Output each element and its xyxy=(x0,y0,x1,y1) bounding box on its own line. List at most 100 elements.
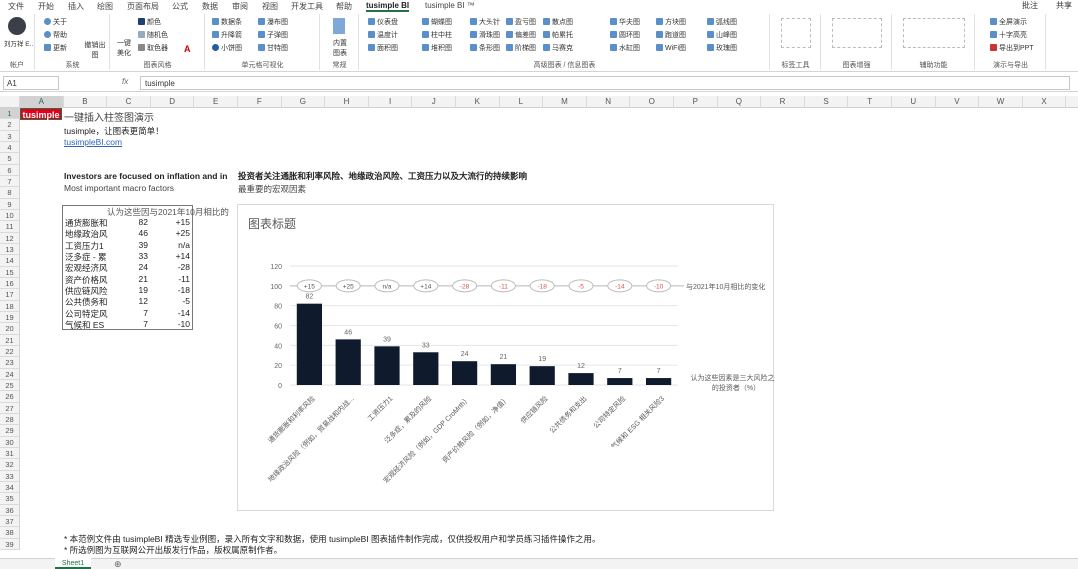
table-cell-value[interactable]: 46 xyxy=(139,228,148,238)
table-cell-factor[interactable]: 公共债务和 xyxy=(65,296,117,308)
table-cell-value[interactable]: 21 xyxy=(139,274,148,284)
table-cell-change[interactable]: +14 xyxy=(176,251,190,261)
table-cell-change[interactable]: -11 xyxy=(178,274,190,284)
table-cell-change[interactable]: +25 xyxy=(176,228,190,238)
row-header[interactable]: 34 xyxy=(0,481,20,494)
row-header[interactable]: 27 xyxy=(0,402,20,414)
chart-type-button[interactable]: 条形图 xyxy=(470,43,500,53)
table-cell-change[interactable]: -18 xyxy=(178,285,190,295)
chart-type-button[interactable]: 散点图 xyxy=(543,17,573,27)
row-header[interactable]: 28 xyxy=(0,413,20,426)
tab-5[interactable]: 公式 xyxy=(172,1,188,12)
chart-type-button[interactable]: 方块图 xyxy=(656,17,686,27)
column-header[interactable]: V xyxy=(936,96,980,108)
tab-0[interactable]: 文件 xyxy=(8,1,24,12)
row-header[interactable]: 39 xyxy=(0,538,20,550)
column-header[interactable]: J xyxy=(412,96,456,108)
waterfall-button[interactable]: 瀑布图 xyxy=(258,17,288,27)
row-header[interactable]: 4 xyxy=(0,141,20,154)
chart-type-button[interactable]: 蝴蝶图 xyxy=(422,17,452,27)
chart-type-button[interactable]: 滑珠图 xyxy=(470,30,500,40)
row-header[interactable]: 38 xyxy=(0,527,20,539)
column-header[interactable]: O xyxy=(630,96,674,108)
tab-10[interactable]: 帮助 xyxy=(336,1,352,12)
fullscreen-button[interactable]: 全屏演示 xyxy=(990,17,1027,27)
tab-8[interactable]: 视图 xyxy=(262,1,278,12)
databar-button[interactable]: 数据条 xyxy=(212,17,242,27)
sheet-tab[interactable]: Sheet1 xyxy=(55,558,91,569)
table-cell-factor[interactable]: 宏观经济风 xyxy=(65,262,117,274)
chart-type-button[interactable]: 圆环图 xyxy=(610,30,640,40)
table-cell-value[interactable]: 19 xyxy=(139,285,148,295)
random-color-button[interactable]: 随机色 xyxy=(138,30,168,40)
column-header[interactable]: C xyxy=(107,96,151,108)
column-header[interactable]: Q xyxy=(718,96,762,108)
tab-4[interactable]: 页面布局 xyxy=(127,1,159,12)
name-box[interactable]: A1 xyxy=(3,76,59,90)
tab-12[interactable]: tusimple BI ™ xyxy=(425,1,475,10)
row-header[interactable]: 7 xyxy=(0,175,20,188)
column-header[interactable]: H xyxy=(325,96,369,108)
formula-input[interactable]: tusimple xyxy=(140,76,1070,90)
table-cell-factor[interactable]: 泛多症 - 累 xyxy=(65,251,117,263)
chart-type-button[interactable]: 温度计 xyxy=(368,30,398,40)
row-header[interactable]: 22 xyxy=(0,345,20,358)
row-header[interactable]: 21 xyxy=(0,334,20,346)
row-header[interactable]: 16 xyxy=(0,277,20,290)
color-picker-button[interactable]: 取色器 xyxy=(138,43,168,53)
chart-type-button[interactable]: 堆积图 xyxy=(422,43,452,53)
column-header[interactable]: L xyxy=(500,96,544,108)
table-cell-change[interactable]: -5 xyxy=(182,296,190,306)
row-header[interactable]: 11 xyxy=(0,221,20,233)
chart-type-button[interactable]: 玫瑰图 xyxy=(707,43,737,53)
row-header[interactable]: 37 xyxy=(0,515,20,528)
column-header[interactable]: F xyxy=(238,96,282,108)
column-header[interactable]: M xyxy=(543,96,587,108)
row-header[interactable]: 29 xyxy=(0,425,20,437)
row-header[interactable]: 20 xyxy=(0,323,20,335)
table-cell-value[interactable]: 12 xyxy=(139,296,148,306)
table-cell-value[interactable]: 7 xyxy=(143,308,148,318)
tab-6[interactable]: 数据 xyxy=(202,1,218,12)
chart-type-button[interactable]: 华夫图 xyxy=(610,17,640,27)
chart-type-button[interactable]: 弧线图 xyxy=(707,17,737,27)
chart-type-button[interactable]: 大头针 xyxy=(470,17,500,27)
assist-icons[interactable] xyxy=(903,18,965,48)
beautify-button[interactable]: 一键美化 xyxy=(117,38,131,58)
chart-type-button[interactable]: 面积图 xyxy=(368,43,398,53)
row-header[interactable]: 32 xyxy=(0,459,20,471)
row-header[interactable]: 31 xyxy=(0,447,20,460)
comment-button[interactable]: 批注 xyxy=(1022,0,1038,11)
about-button[interactable]: 关于 xyxy=(44,17,67,27)
chart-type-button[interactable]: 盈亏图 xyxy=(506,17,536,27)
table-cell-change[interactable]: -14 xyxy=(178,308,190,318)
undo-chart-button[interactable]: 撤销出图 xyxy=(84,40,106,60)
bullet-button[interactable]: 子弹图 xyxy=(258,30,288,40)
table-cell-change[interactable]: +15 xyxy=(176,217,190,227)
select-all-corner[interactable] xyxy=(0,96,20,108)
column-header[interactable]: A xyxy=(20,96,64,108)
row-header[interactable]: 17 xyxy=(0,289,20,301)
table-cell-value[interactable]: 7 xyxy=(143,319,148,329)
row-header[interactable]: 12 xyxy=(0,232,20,244)
table-cell-change[interactable]: -28 xyxy=(178,262,190,272)
export-ppt-button[interactable]: 导出到PPT xyxy=(990,43,1034,53)
row-header[interactable]: 8 xyxy=(0,187,20,199)
row-header[interactable]: 26 xyxy=(0,391,20,403)
website-link[interactable]: tusimpleBI.com xyxy=(64,137,122,147)
column-header[interactable]: R xyxy=(761,96,805,108)
column-header[interactable]: S xyxy=(805,96,849,108)
table-cell-factor[interactable]: 工资压力1 xyxy=(65,240,117,252)
row-header[interactable]: 25 xyxy=(0,379,20,392)
row-header[interactable]: 1 xyxy=(0,108,20,120)
update-button[interactable]: 更新 xyxy=(44,43,67,53)
column-header[interactable]: U xyxy=(892,96,936,108)
column-header[interactable]: X xyxy=(1023,96,1067,108)
table-cell-change[interactable]: n/a xyxy=(178,240,190,250)
row-header[interactable]: 19 xyxy=(0,311,20,324)
help-button[interactable]: 帮助 xyxy=(44,30,67,40)
label-tools-icons[interactable] xyxy=(781,18,811,48)
column-header[interactable]: K xyxy=(456,96,500,108)
row-header[interactable]: 13 xyxy=(0,243,20,256)
fx-icon[interactable]: fx xyxy=(122,77,128,86)
